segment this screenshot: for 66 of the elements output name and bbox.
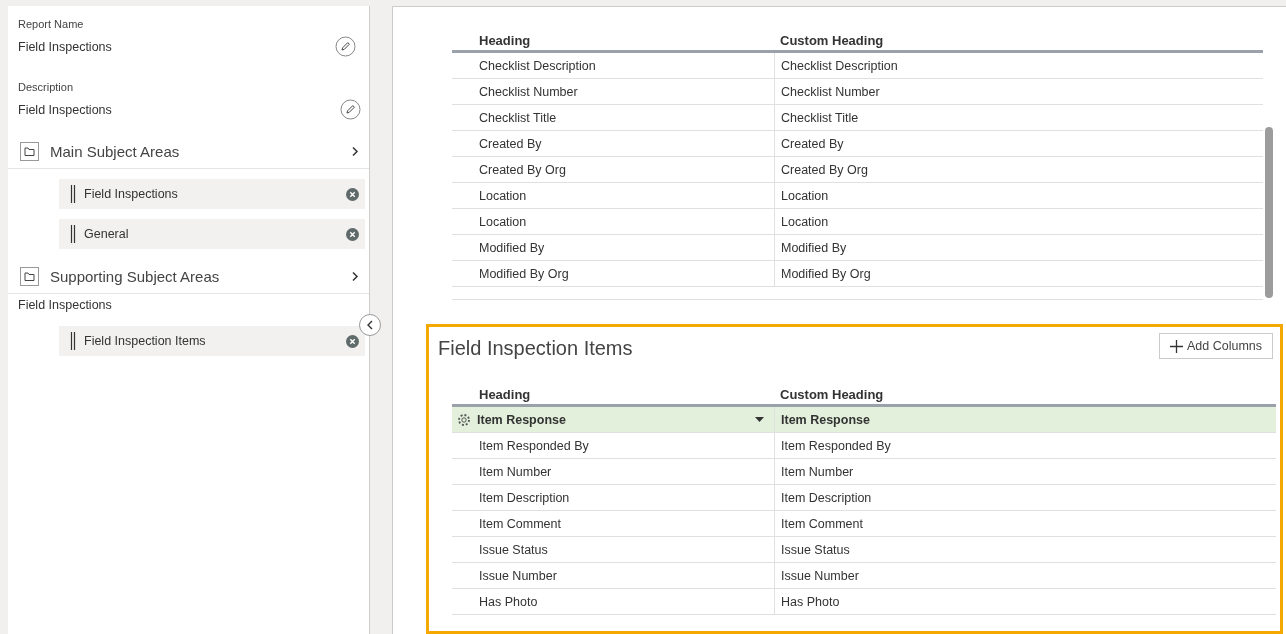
folder-icon <box>20 141 39 161</box>
table-cell: Checklist Title <box>774 105 1263 131</box>
table-cell: Checklist Description <box>452 53 774 79</box>
table-cell: Location <box>452 209 774 235</box>
remove-icon[interactable] <box>346 227 359 241</box>
table-cell: Modified By Org <box>452 261 774 287</box>
field-label: Description <box>18 81 75 93</box>
table-cell: Item Responded By <box>774 433 1276 459</box>
table-cell: Item Response <box>452 407 774 433</box>
section-title: Field Inspection Items <box>438 337 633 360</box>
chevron-right-icon[interactable] <box>351 270 359 282</box>
subject-area-chip[interactable]: General <box>59 219 365 249</box>
table-cell: Checklist Number <box>774 79 1263 105</box>
add-columns-button[interactable]: Add Columns <box>1158 333 1273 359</box>
chevron-left-icon <box>367 320 373 330</box>
table-cell: Item Number <box>452 459 774 485</box>
group-label: Field Inspections <box>18 298 113 312</box>
subject-area-chip[interactable]: Field Inspection Items <box>59 326 365 356</box>
table-cell: Checklist Number <box>452 79 774 105</box>
scrollbar[interactable] <box>1265 127 1273 298</box>
plus-icon <box>1169 339 1183 353</box>
table-cell: Issue Status <box>452 537 774 563</box>
table-cell: Checklist Description <box>774 53 1263 79</box>
chevron-right-icon[interactable] <box>351 145 359 157</box>
table-cell: Has Photo <box>452 589 774 615</box>
table-cell: Issue Number <box>452 563 774 589</box>
table-cell: Created By Org <box>452 157 774 183</box>
table-cell: Location <box>452 183 774 209</box>
table-cell: Checklist Title <box>452 105 774 131</box>
table-cell: Modified By <box>774 235 1263 261</box>
drag-handle-icon[interactable] <box>70 185 76 203</box>
column-header: Heading <box>452 30 774 53</box>
table-cell: Created By <box>774 131 1263 157</box>
edit-icon[interactable] <box>335 36 356 57</box>
section-title[interactable]: Supporting Subject Areas <box>50 267 340 285</box>
remove-icon[interactable] <box>346 334 359 348</box>
subject-area-chip[interactable]: Field Inspections <box>59 179 365 209</box>
table-cell: Location <box>774 183 1263 209</box>
table-cell: Location <box>774 209 1263 235</box>
edit-icon[interactable] <box>340 99 361 120</box>
table-cell: Item Description <box>452 485 774 511</box>
table-cell: Created By <box>452 131 774 157</box>
description-value: Field Inspections <box>18 102 112 117</box>
folder-icon <box>20 266 39 286</box>
drag-handle-icon[interactable] <box>70 225 76 243</box>
table-cell: Item Description <box>774 485 1276 511</box>
table-cell: Item Number <box>774 459 1276 485</box>
table-cell: Modified By Org <box>774 261 1263 287</box>
table-cell: Issue Status <box>774 537 1276 563</box>
section-title[interactable]: Main Subject Areas <box>50 142 340 160</box>
table-cell: Created By Org <box>774 157 1263 183</box>
remove-icon[interactable] <box>346 187 359 201</box>
collapse-button[interactable] <box>359 314 381 336</box>
table-cell: Item Response <box>774 407 1276 433</box>
table-cell: Item Comment <box>774 511 1276 537</box>
dropdown-caret-icon[interactable] <box>755 417 764 422</box>
field-label: Report Name <box>18 18 85 30</box>
table-cell: Item Responded By <box>452 433 774 459</box>
table-cell: Modified By <box>452 235 774 261</box>
gear-icon[interactable] <box>457 412 471 427</box>
report-name-value: Field Inspections <box>18 39 112 54</box>
drag-handle-icon[interactable] <box>70 332 76 350</box>
table-cell: Has Photo <box>774 589 1276 615</box>
table-cell: Item Comment <box>452 511 774 537</box>
table-cell: Issue Number <box>774 563 1276 589</box>
column-header: Custom Heading <box>774 30 1263 53</box>
